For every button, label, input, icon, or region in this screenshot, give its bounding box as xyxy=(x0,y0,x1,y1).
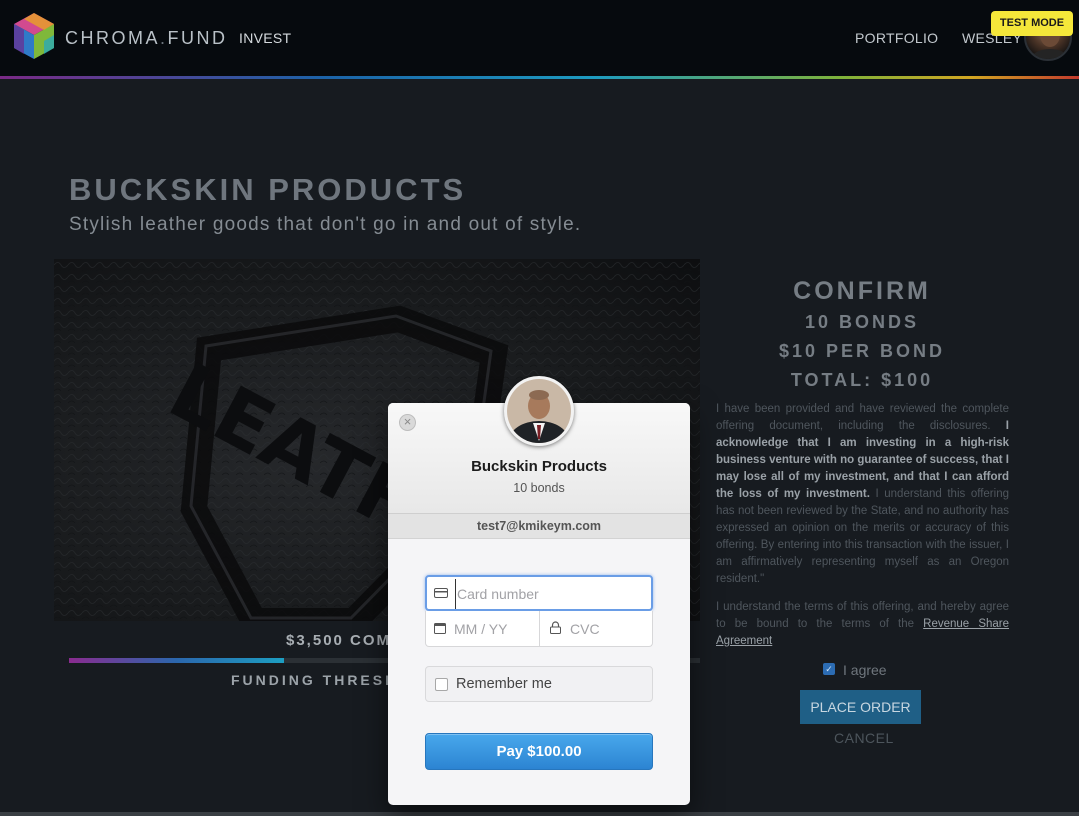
merchant-name: Buckskin Products xyxy=(471,458,607,475)
brand-main: CHROMA xyxy=(65,28,160,48)
nav-portfolio-link[interactable]: PORTFOLIO xyxy=(855,30,938,46)
risk-disclosure: I have been provided and have reviewed t… xyxy=(716,401,1009,588)
confirm-title: CONFIRM xyxy=(793,277,931,305)
confirm-total: TOTAL: $100 xyxy=(790,370,934,390)
remember-me-checkbox[interactable] xyxy=(435,678,448,691)
disclosure-outro: I understand this offering has not been … xyxy=(716,488,1009,585)
close-icon[interactable]: × xyxy=(399,414,416,431)
remember-me-label: Remember me xyxy=(456,676,552,692)
nav-invest-link[interactable]: INVEST xyxy=(239,30,291,46)
credit-card-icon xyxy=(434,588,448,598)
lock-icon xyxy=(550,621,561,634)
merchant-avatar xyxy=(504,376,574,446)
pay-button[interactable]: Pay $100.00 xyxy=(425,733,653,770)
merchant-portrait-icon xyxy=(507,379,571,443)
top-navbar: CHROMA.FUND INVEST PORTFOLIO WESLEY TEST… xyxy=(0,0,1079,76)
card-number-field[interactable] xyxy=(425,575,653,611)
project-title: BUCKSKIN PRODUCTS xyxy=(69,172,467,207)
customer-email[interactable]: test7@kmikeym.com xyxy=(388,513,690,539)
card-number-input[interactable] xyxy=(455,579,645,609)
brand-dot: . xyxy=(160,28,168,48)
cvc-field[interactable] xyxy=(539,611,653,647)
cvc-input[interactable] xyxy=(570,614,648,644)
test-mode-badge: TEST MODE xyxy=(991,11,1073,36)
disclosure-intro: I have been provided and have reviewed t… xyxy=(716,403,1009,432)
bottom-edge-bar xyxy=(0,812,1079,816)
brand-sub: FUND xyxy=(167,28,228,48)
payment-modal: × Buckskin Products 10 bonds test7@kmike… xyxy=(388,403,690,805)
raised-amount: $3,500 COM xyxy=(286,632,392,649)
funding-progress-fill xyxy=(69,658,284,663)
remember-me-row[interactable]: Remember me xyxy=(425,666,653,702)
calendar-icon xyxy=(434,623,446,634)
project-subtitle: Stylish leather goods that don't go in a… xyxy=(69,214,582,235)
purchase-description: 10 bonds xyxy=(513,481,565,495)
expiry-input[interactable] xyxy=(454,614,534,644)
chroma-cube-logo-icon[interactable] xyxy=(12,11,56,61)
agree-label: I agree xyxy=(843,662,887,678)
expiry-field[interactable] xyxy=(425,611,540,647)
cancel-link[interactable]: CANCEL xyxy=(834,730,894,746)
brand-wordmark[interactable]: CHROMA.FUND xyxy=(65,28,228,49)
place-order-button[interactable]: PLACE ORDER xyxy=(800,690,921,724)
confirm-bonds: 10 BONDS xyxy=(804,312,920,332)
agree-checkbox[interactable]: ✓ xyxy=(823,663,835,675)
funding-threshold-label: FUNDING THRESH xyxy=(231,672,399,688)
confirm-per-bond: $10 PER BOND xyxy=(778,341,946,361)
terms-disclosure: I understand the terms of this offering,… xyxy=(716,599,1009,650)
confirm-summary: CONFIRM 10 BONDS $10 PER BOND TOTAL: $10… xyxy=(715,275,1009,395)
